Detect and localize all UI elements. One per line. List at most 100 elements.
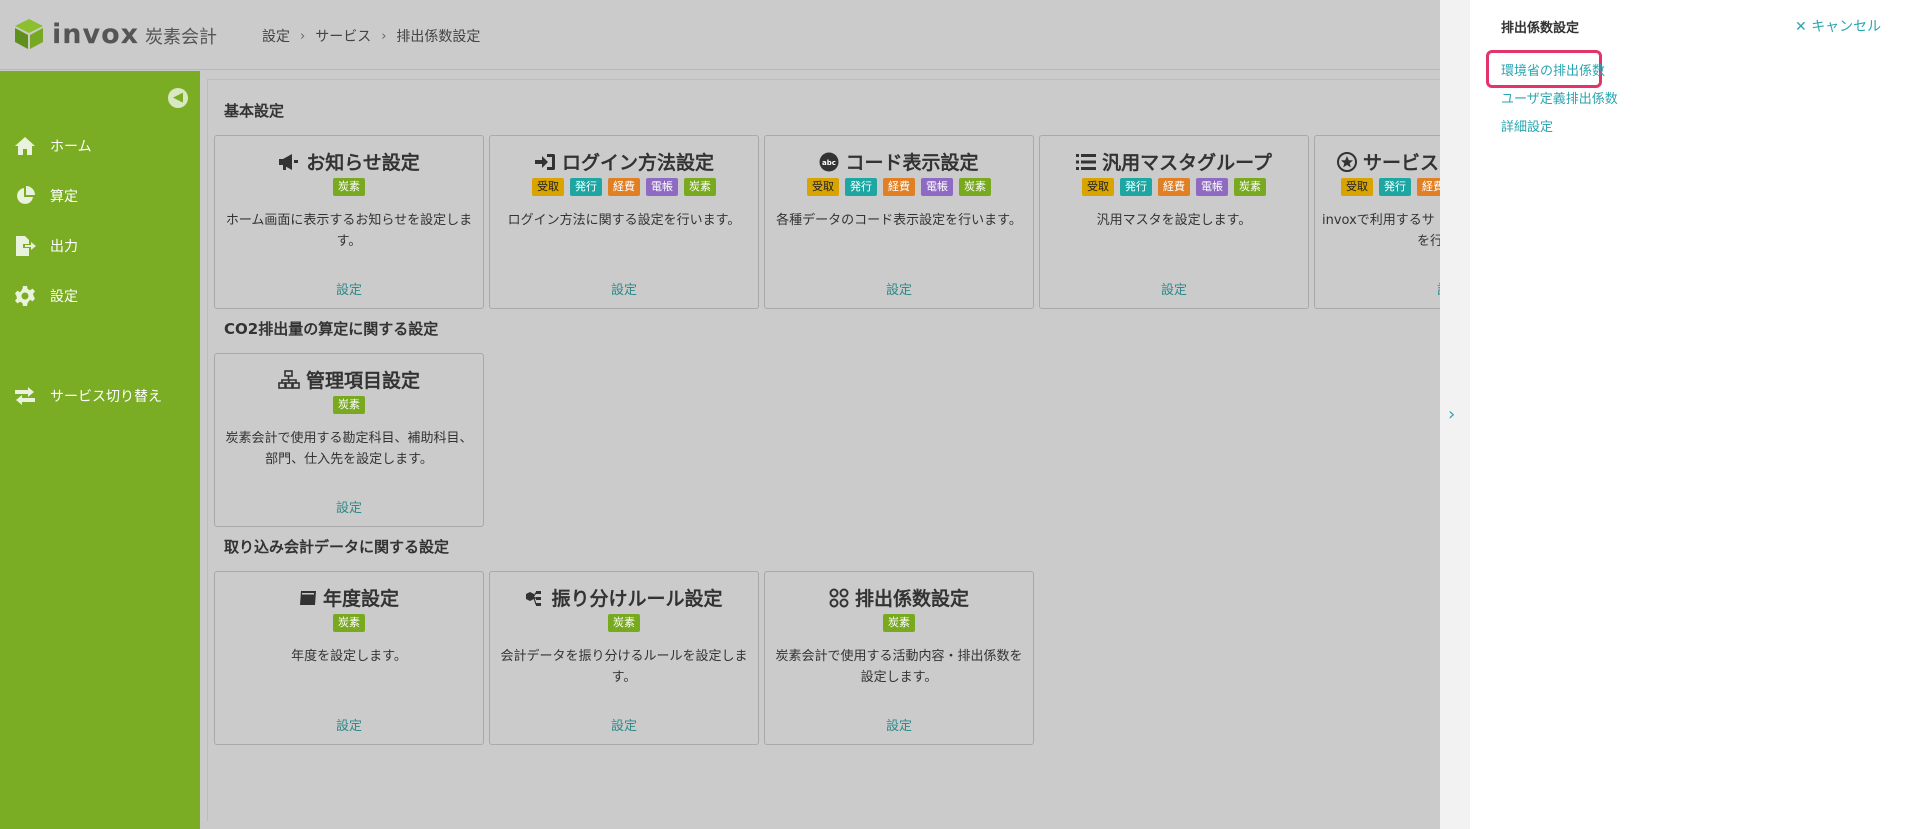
card-description-line: invoxで利用するサ: [1322, 213, 1435, 228]
card-code-display-settings: abc コード表示設定 受取 発行 経費 電帳 炭素 各種データのコード表示設定…: [764, 135, 1034, 309]
card-title: 汎用マスタグループ: [1102, 152, 1272, 174]
emission-factor-panel: 排出係数設定 ✕ キャンセル 環境省の排出係数 ユーザ定義排出係数 詳細設定: [1470, 0, 1914, 829]
breadcrumb-item[interactable]: 設定: [262, 26, 290, 46]
tag-expense: 経費: [1158, 178, 1190, 196]
card-settings-link[interactable]: 設定: [215, 497, 483, 516]
tag-e-book: 電帳: [646, 178, 678, 196]
section-title-basic: 基本設定: [224, 102, 285, 120]
tag-issue: 発行: [845, 178, 877, 196]
breadcrumb: 設定 › サービス › 排出係数設定: [262, 26, 480, 46]
card-title: 年度設定: [322, 588, 399, 610]
card-sorting-rule-settings: 振り分けルール設定 炭素 会計データを振り分けるルールを設定します。 設定: [489, 571, 759, 745]
distribute-icon: [525, 589, 545, 607]
chevron-right-icon: ›: [300, 28, 306, 44]
switch-icon: [14, 385, 36, 407]
breadcrumb-current: 排出係数設定: [396, 29, 481, 45]
panel-toggle-strip[interactable]: ›: [1440, 0, 1470, 829]
card-description: 炭素会計で使用する活動内容・排出係数を設定します。: [775, 649, 1023, 685]
link-user-defined-emission-factors[interactable]: ユーザ定義排出係数: [1501, 88, 1618, 107]
card-title: 振り分けルール設定: [551, 588, 723, 610]
card-fiscal-year-settings: 年度設定 炭素 年度を設定します。 設定: [214, 571, 484, 745]
gear-icon: [14, 285, 36, 307]
tag-receive: 受取: [1341, 178, 1373, 196]
card-settings-link[interactable]: 設定: [1040, 279, 1308, 298]
tag-receive: 受取: [1082, 178, 1114, 196]
card-description: 炭素会計で使用する勘定科目、補助科目、部門、仕入先を設定します。: [225, 431, 473, 467]
calendar-icon: [299, 589, 317, 607]
section-title-import: 取り込み会計データに関する設定: [224, 538, 450, 556]
tag-carbon: 炭素: [333, 178, 365, 196]
card-general-master-group: 汎用マスタグループ 受取 発行 経費 電帳 炭素 汎用マスタを設定します。 設定: [1039, 135, 1309, 309]
card-notice-settings: お知らせ設定 炭素 ホーム画面に表示するお知らせを設定します。 設定: [214, 135, 484, 309]
sidebar-item-label: サービス切り替え: [50, 389, 162, 405]
file-export-icon: [14, 235, 36, 257]
card-title: お知らせ設定: [306, 152, 420, 174]
sidebar-item-switch-service[interactable]: サービス切り替え: [14, 385, 162, 407]
tag-carbon: 炭素: [333, 614, 365, 632]
brand-name: invox: [52, 18, 140, 50]
card-title: ログイン方法設定: [561, 152, 714, 174]
link-moe-emission-factors[interactable]: 環境省の排出係数: [1501, 60, 1605, 79]
breadcrumb-item[interactable]: サービス: [315, 26, 371, 46]
card-settings-link[interactable]: 設定: [765, 279, 1033, 298]
tag-carbon: 炭素: [959, 178, 991, 196]
card-title: 管理項目設定: [305, 370, 420, 392]
header: invox 炭素会計 設定 › サービス › 排出係数設定: [0, 0, 1440, 70]
tag-receive: 受取: [532, 178, 564, 196]
tag-expense: 経費: [608, 178, 640, 196]
cancel-button[interactable]: ✕ キャンセル: [1795, 16, 1881, 36]
tag-expense: 経費: [883, 178, 915, 196]
sidebar-item-label: ホーム: [50, 139, 92, 155]
link-detail-settings[interactable]: 詳細設定: [1501, 116, 1553, 135]
card-title: コード表示設定: [845, 152, 979, 174]
card-description-line: を行い: [1417, 234, 1440, 249]
home-icon: [14, 135, 36, 157]
card-description: 年度を設定します。: [291, 649, 407, 664]
tag-carbon: 炭素: [883, 614, 915, 632]
star-circle-icon: [1337, 151, 1357, 172]
card-management-item-settings: 管理項目設定 炭素 炭素会計で使用する勘定科目、補助科目、部門、仕入先を設定しま…: [214, 353, 484, 527]
tag-e-book: 電帳: [1196, 178, 1228, 196]
card-description: 汎用マスタを設定します。: [1096, 213, 1252, 228]
tag-receive: 受取: [807, 178, 839, 196]
card-description: ホーム画面に表示するお知らせを設定します。: [225, 213, 473, 249]
four-circles-icon: [829, 588, 849, 608]
tag-expense: 経費: [1417, 178, 1440, 196]
card-description: invoxで利用するサ を行い: [1322, 210, 1440, 252]
abc-circle-icon: abc: [819, 152, 839, 172]
card-clip: サービス 受取 発行 経費 invoxで利用するサ を行い 設定: [1314, 135, 1440, 310]
tag-e-book: 電帳: [921, 178, 953, 196]
chevron-right-icon[interactable]: ›: [1448, 404, 1455, 425]
sidebar-item-output[interactable]: 出力: [14, 235, 78, 257]
sidebar-item-settings[interactable]: 設定: [14, 285, 78, 307]
sidebar-item-home[interactable]: ホーム: [14, 135, 92, 157]
card-description: 会計データを振り分けるルールを設定します。: [500, 649, 748, 685]
card-settings-link[interactable]: 設定: [490, 279, 758, 298]
collapse-sidebar-icon[interactable]: ◀: [168, 88, 188, 108]
tag-carbon: 炭素: [608, 614, 640, 632]
card-service-settings: サービス 受取 発行 経費 invoxで利用するサ を行い 設定: [1314, 135, 1440, 309]
sidebar-item-label: 出力: [50, 239, 78, 255]
card-description: 各種データのコード表示設定を行います。: [776, 213, 1022, 228]
tag-issue: 発行: [570, 178, 602, 196]
card-settings-link[interactable]: 設定: [490, 715, 758, 734]
logo[interactable]: invox 炭素会計: [14, 18, 217, 50]
cancel-label: キャンセル: [1811, 19, 1882, 35]
card-settings-link[interactable]: 設定: [215, 715, 483, 734]
chevron-right-icon: ›: [381, 28, 387, 44]
card-login-settings: ログイン方法設定 受取 発行 経費 電帳 炭素 ログイン方法に関する設定を行いま…: [489, 135, 759, 309]
card-emission-factor-settings: 排出係数設定 炭素 炭素会計で使用する活動内容・排出係数を設定します。 設定: [764, 571, 1034, 745]
tag-carbon: 炭素: [684, 178, 716, 196]
card-settings-link[interactable]: 設定: [215, 279, 483, 298]
sidebar-item-calc[interactable]: 算定: [14, 185, 78, 207]
svg-text:abc: abc: [823, 159, 837, 167]
card-settings-link[interactable]: 設定: [765, 715, 1033, 734]
close-icon: ✕: [1795, 19, 1807, 35]
megaphone-icon: [278, 153, 300, 171]
sidebar-item-label: 算定: [50, 189, 78, 205]
card-description: ログイン方法に関する設定を行います。: [507, 213, 741, 228]
card-title: 排出係数設定: [854, 588, 969, 610]
logo-cube-icon: [15, 19, 43, 49]
list-icon: [1076, 153, 1097, 171]
panel-title: 排出係数設定: [1501, 21, 1580, 36]
